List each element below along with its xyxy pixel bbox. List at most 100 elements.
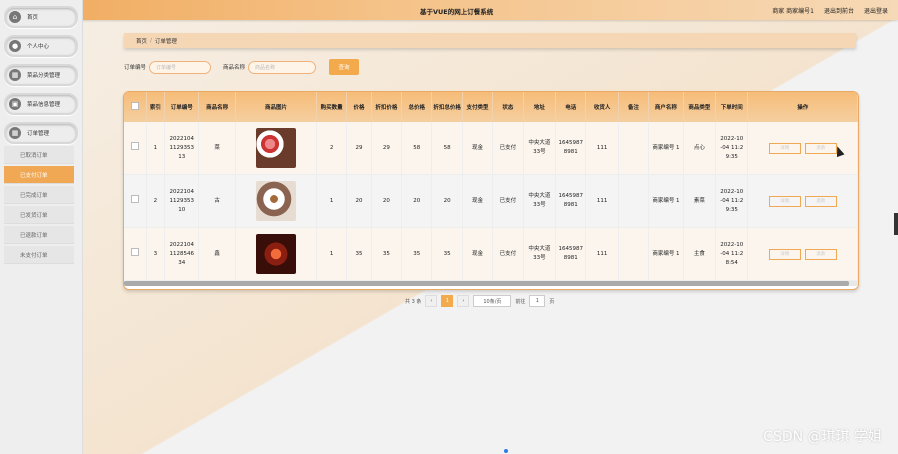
table-row: 1 2022104 1129353 13 菜 2 29 29 58 58 现金 …: [124, 122, 858, 175]
cell-status: 已支付: [492, 122, 524, 175]
column-header: 收货人: [585, 92, 619, 122]
cell-price: 29: [346, 122, 372, 175]
column-header: 商户名称: [648, 92, 684, 122]
dish-name-input[interactable]: 商品名称: [248, 60, 317, 74]
sidebar: ⌂ 首页 ● 个人中心 ▦ 菜品分类管理 ▣ 菜品信息管理 ▦ 订单管理 已取消订单 已支…: [0, 0, 83, 454]
order-no-label: 订单编号: [124, 65, 147, 71]
cell-disc-price: 20: [371, 174, 403, 228]
dish-image: [255, 234, 296, 274]
cell-receiver: 111: [585, 122, 619, 175]
detail-button[interactable]: 详情: [768, 248, 801, 260]
sidebar-sub-unpaid[interactable]: 未支付订单: [4, 246, 74, 264]
cell-pay-type: 现金: [462, 174, 494, 228]
sidebar-sub-cancelled[interactable]: 已取消订单: [4, 146, 74, 164]
cell-time: 2022-10 -04 11:2 8:54: [715, 227, 749, 281]
grid-icon: ▦: [9, 127, 21, 139]
logout-link[interactable]: 退出登录: [864, 6, 888, 15]
user-icon: ●: [9, 40, 21, 52]
indicator-dot: [504, 449, 508, 453]
select-all-checkbox[interactable]: [130, 102, 139, 110]
scrollbar-thumb[interactable]: [124, 281, 849, 286]
row-select[interactable]: [124, 122, 147, 175]
goto-input[interactable]: 1: [529, 295, 546, 307]
column-header: 备注: [618, 92, 650, 122]
cell-total: 58: [401, 122, 433, 175]
breadcrumb-current: 订单管理: [154, 38, 177, 45]
row-checkbox[interactable]: [130, 195, 139, 203]
horizontal-scrollbar[interactable]: [124, 281, 858, 286]
breadcrumb-home[interactable]: 首页: [136, 37, 147, 45]
sidebar-item-dish-category[interactable]: ▦ 菜品分类管理: [4, 64, 78, 86]
cell-pay-type: 现金: [462, 227, 494, 281]
cell-address: 中央大道 33号: [523, 227, 557, 281]
column-header: 购买数量: [316, 92, 348, 122]
sidebar-sub-paid[interactable]: 已支付订单: [4, 166, 74, 184]
dish-image: [255, 181, 296, 221]
sidebar-item-profile[interactable]: ● 个人中心: [4, 35, 78, 57]
sidebar-item-orders[interactable]: ▦ 订单管理: [4, 122, 78, 144]
sidebar-item-label: 首页: [27, 15, 39, 21]
page-number[interactable]: 1: [441, 295, 454, 307]
sidebar-item-label: 个人中心: [27, 44, 50, 50]
cell-merchant: 商家编号 1: [648, 122, 684, 175]
cell-qty: 1: [316, 227, 348, 281]
select-all-header[interactable]: [124, 92, 147, 122]
column-header: 商品图片: [235, 92, 317, 122]
page-size-select[interactable]: 10条/页: [473, 295, 512, 307]
detail-button[interactable]: 详情: [768, 142, 801, 154]
cell-phone: 1645987 8981: [555, 227, 587, 281]
cell-dish-image: [235, 122, 317, 175]
goto-label: 前往: [515, 298, 526, 305]
refund-button[interactable]: 退款: [804, 195, 837, 207]
pagination: 共 3 条 ‹ 1 › 10条/页 前往 1 页: [405, 295, 555, 307]
breadcrumb: 首页 / 订单管理: [124, 33, 856, 48]
cell-merchant: 商家编号 1: [648, 174, 684, 228]
goto-suffix: 页: [549, 298, 555, 305]
column-header: 操作: [747, 92, 858, 122]
refund-button[interactable]: 退款: [804, 248, 837, 260]
cell-price: 20: [346, 174, 372, 228]
column-header: 地址: [523, 92, 557, 122]
column-header: 总价格: [401, 92, 433, 122]
cell-order-no: 2022104 1128546 34: [164, 227, 200, 281]
sidebar-sub-shipped[interactable]: 已发货订单: [4, 206, 74, 224]
cell-pay-type: 现金: [462, 122, 494, 175]
search-button[interactable]: 查询: [329, 59, 359, 75]
column-header: 商品名称: [198, 92, 236, 122]
cell-time: 2022-10 -04 11:2 9:35: [715, 174, 749, 228]
sidebar-sub-refunded[interactable]: 已退款订单: [4, 226, 74, 244]
cell-status: 已支付: [492, 227, 524, 281]
next-page-button[interactable]: ›: [457, 295, 470, 307]
home-icon: ⌂: [9, 11, 21, 23]
sidebar-item-label: 菜品信息管理: [27, 102, 61, 108]
row-checkbox[interactable]: [130, 248, 139, 256]
table-row: 3 2022104 1128546 34 鑫 1 35 35 35 35 现金 …: [124, 227, 858, 281]
cell-total: 20: [401, 174, 433, 228]
order-no-input[interactable]: 订单编号: [149, 60, 212, 74]
dish-image: [255, 128, 296, 168]
sidebar-item-home[interactable]: ⌂ 首页: [4, 6, 78, 28]
table-header-row: 索引 订单编号 商品名称 商品图片 购买数量 价格 折扣价格 总价格 折扣总价格…: [124, 92, 858, 122]
column-header: 支付类型: [462, 92, 494, 122]
cell-disc-total: 58: [431, 122, 463, 175]
sidebar-sub-completed[interactable]: 已完成订单: [4, 186, 74, 204]
sidebar-item-dish-info[interactable]: ▣ 菜品信息管理: [4, 93, 78, 115]
back-to-front-link[interactable]: 退出到前台: [824, 6, 854, 15]
cell-order-no: 2022104 1129353 10: [164, 174, 200, 228]
detail-button[interactable]: 详情: [768, 195, 801, 207]
top-bar: 基于VUE的网上订餐系统 商家 商家编号1 退出到前台 退出登录: [0, 0, 898, 20]
refund-button[interactable]: 退款: [804, 142, 837, 154]
sidebar-item-label: 菜品分类管理: [27, 73, 61, 79]
search-bar: 订单编号 订单编号 商品名称 商品名称: [124, 59, 317, 75]
row-select[interactable]: [124, 174, 147, 228]
row-select[interactable]: [124, 227, 147, 281]
cell-type: 点心: [683, 122, 717, 175]
orders-table: 索引 订单编号 商品名称 商品图片 购买数量 价格 折扣价格 总价格 折扣总价格…: [123, 91, 859, 290]
cell-total: 35: [401, 227, 433, 281]
app-title: 基于VUE的网上订餐系统: [420, 8, 494, 16]
cell-phone: 1645987 8981: [555, 122, 587, 175]
page-scrollbar[interactable]: [894, 213, 898, 235]
cell-index: 1: [146, 122, 166, 175]
prev-page-button[interactable]: ‹: [425, 295, 438, 307]
row-checkbox[interactable]: [130, 142, 139, 150]
